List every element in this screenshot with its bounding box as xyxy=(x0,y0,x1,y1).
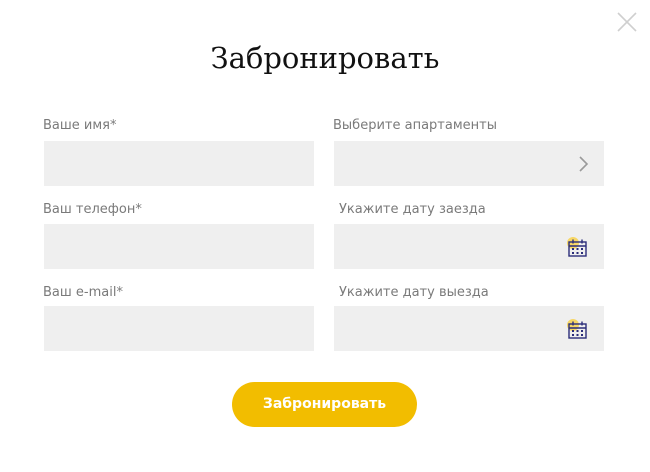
chevron-right-icon xyxy=(579,156,589,172)
modal-title: Забронировать xyxy=(210,41,440,75)
phone-input[interactable] xyxy=(44,224,314,269)
close-icon xyxy=(617,12,637,32)
checkin-label: Укажите дату заезда xyxy=(339,202,486,217)
checkout-label: Укажите дату выезда xyxy=(339,285,489,300)
close-button[interactable] xyxy=(614,9,642,37)
name-label: Ваше имя* xyxy=(43,118,117,133)
apartments-select[interactable] xyxy=(334,141,604,186)
booking-modal: Забронировать Ваше имя* Ваш телефон* Ваш… xyxy=(0,0,650,472)
email-input[interactable] xyxy=(44,306,314,351)
email-label: Ваш e-mail* xyxy=(43,285,123,300)
apartments-label: Выберите апартаменты xyxy=(333,118,497,133)
checkin-date-field[interactable] xyxy=(334,224,604,269)
name-input[interactable] xyxy=(44,141,314,186)
calendar-icon[interactable] xyxy=(566,318,588,340)
submit-booking-button[interactable]: Забронировать xyxy=(232,382,417,427)
calendar-icon[interactable] xyxy=(566,236,588,258)
checkout-date-field[interactable] xyxy=(334,306,604,351)
phone-label: Ваш телефон* xyxy=(43,202,142,217)
